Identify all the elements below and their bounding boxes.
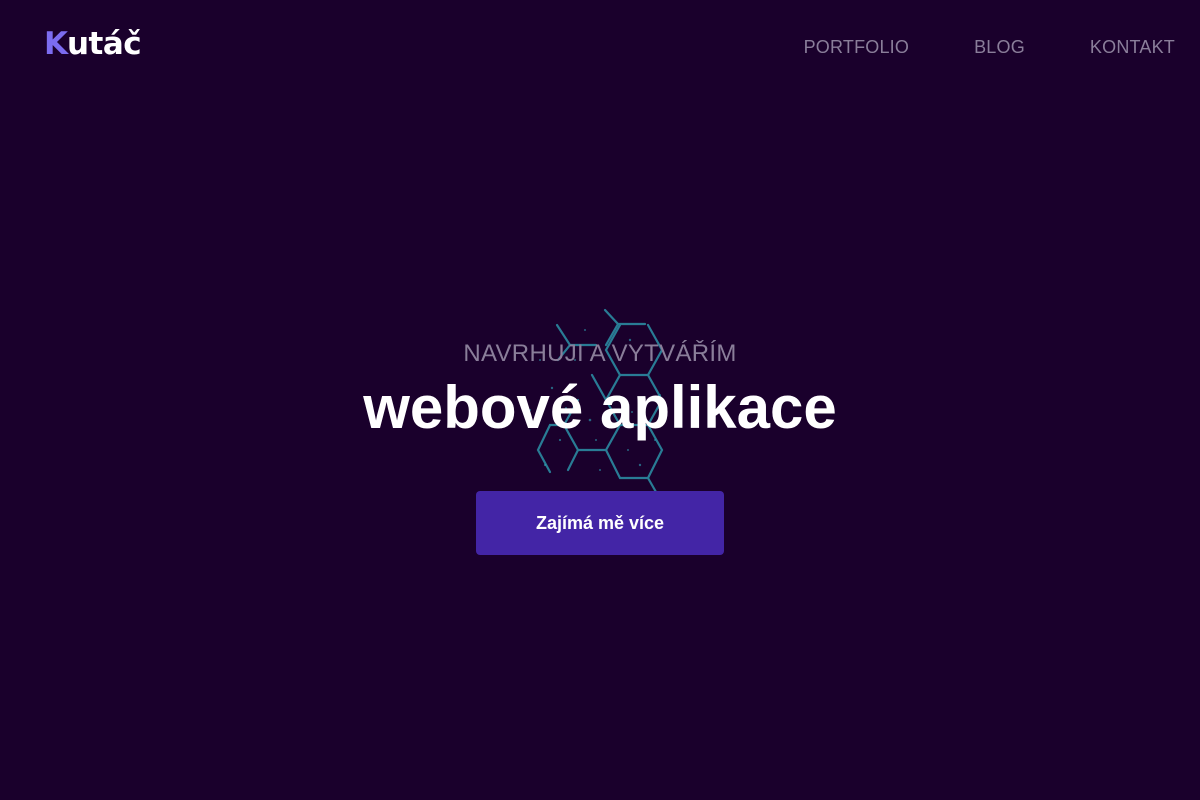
hero-eyebrow: NAVRHUJI A VYTVÁŘÍM: [463, 340, 737, 367]
more-info-button[interactable]: Zajímá mě více: [476, 491, 724, 555]
page: Kutáč PORTFOLIO BLOG KONTAKT NAVRHUJI A …: [0, 0, 1200, 800]
hero-section: NAVRHUJI A VYTVÁŘÍM webové aplikace Zají…: [0, 0, 1200, 800]
hero-title: webové aplikace: [363, 374, 837, 441]
